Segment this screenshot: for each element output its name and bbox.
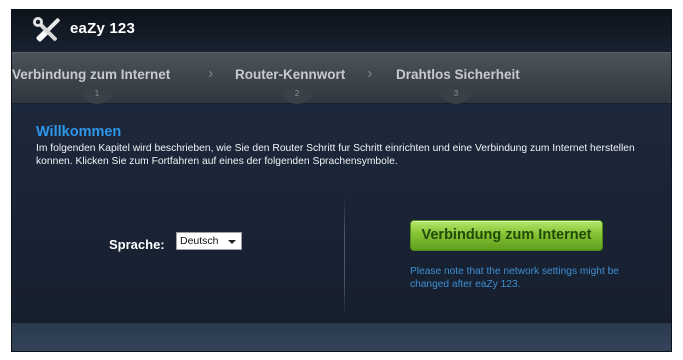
language-select[interactable]: Deutsch (176, 232, 242, 250)
chevron-down-icon (228, 240, 236, 244)
intro-text: Im folgenden Kapitel wird beschrieben, w… (36, 143, 635, 167)
step-internet[interactable]: Verbindung zum Internet (12, 67, 170, 82)
step-number-1: 1 (80, 86, 114, 104)
step-number-2: 2 (280, 86, 314, 104)
brand-title: eaZy 123 (70, 20, 135, 37)
vertical-divider (344, 196, 345, 316)
step-number-3: 3 (439, 86, 473, 104)
chevron-right-icon: › (208, 65, 214, 82)
steps-nav: Verbindung zum Internet 1 › Router-Kennw… (12, 52, 671, 104)
step-wireless-security[interactable]: Drahtlos Sicherheit (396, 67, 520, 82)
chevron-right-icon: › (367, 65, 373, 82)
connect-internet-button[interactable]: Verbindung zum Internet (410, 220, 603, 251)
header-bar: eaZy 123 (12, 10, 671, 52)
network-settings-note: Please note that the network settings mi… (410, 266, 619, 290)
wrench-screwdriver-icon (33, 17, 60, 42)
footer-bar (12, 323, 671, 351)
page-title: Willkommen (36, 124, 122, 140)
app-window: eaZy 123 Verbindung zum Internet 1 › Rou… (11, 9, 672, 352)
language-selected-value: Deutsch (180, 235, 219, 247)
language-label: Sprache: (109, 237, 165, 252)
step-router-password[interactable]: Router-Kennwort (235, 67, 345, 82)
